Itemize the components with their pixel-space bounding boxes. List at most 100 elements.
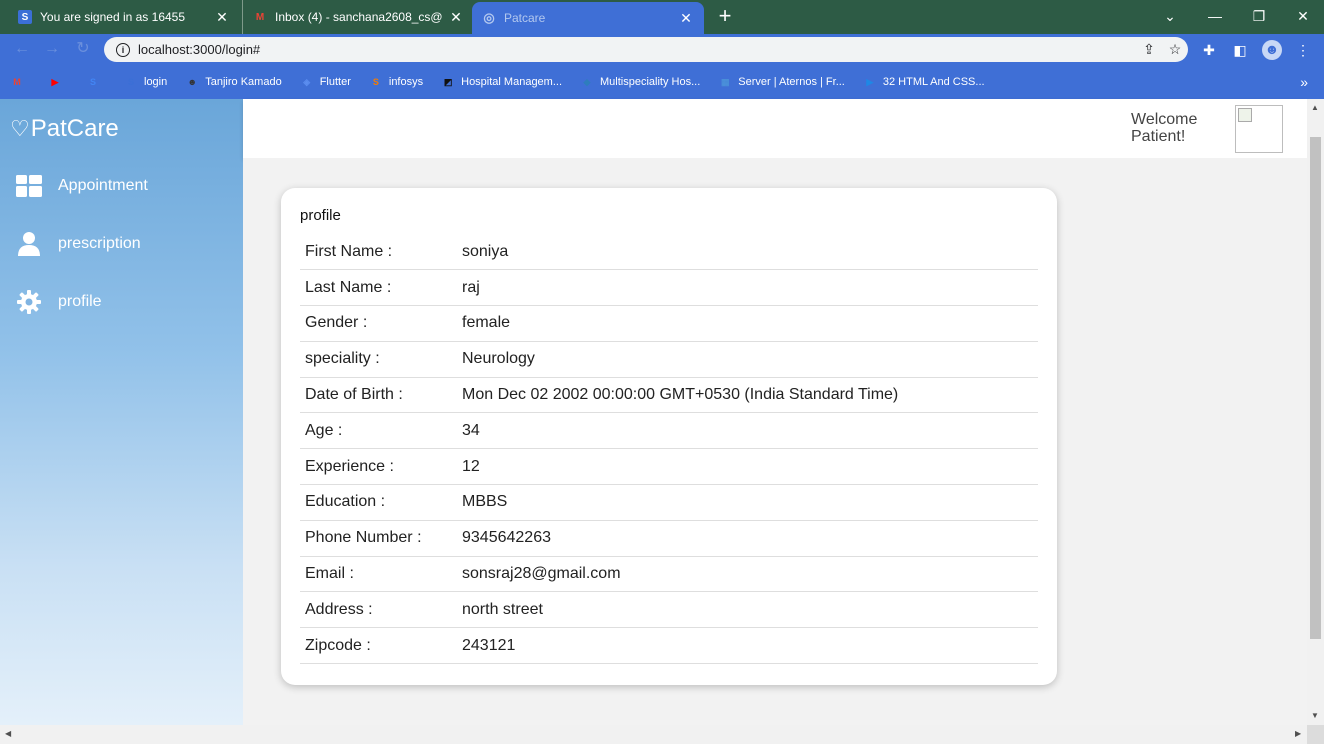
extensions-puzzle-icon[interactable]: ✚ xyxy=(1200,41,1218,59)
tab-search-chevron-icon[interactable]: ⌄ xyxy=(1148,0,1192,32)
site-info-icon[interactable]: i xyxy=(116,42,130,57)
broken-image-icon xyxy=(1238,108,1252,122)
field-label: Experience : xyxy=(300,448,462,486)
bookmark-item[interactable]: ◈ Flutter xyxy=(300,75,351,89)
field-value: Neurology xyxy=(462,341,1038,378)
bookmark-item[interactable]: Slogin xyxy=(124,75,167,89)
field-value: 9345642263 xyxy=(462,520,1038,557)
sidebar-item-prescription[interactable]: prescription xyxy=(16,229,236,259)
scroll-up-arrow-icon[interactable]: ▲ xyxy=(1311,103,1319,112)
field-label: Phone Number : xyxy=(300,520,462,557)
browser-toolbar: ← → ↻ i localhost:3000/login# ⇪ ☆ ✚ ◧ ☻ … xyxy=(0,34,1324,65)
flutter-bookmark-icon: ◈ xyxy=(303,76,311,87)
gear-icon xyxy=(16,289,42,315)
scroll-down-arrow-icon[interactable]: ▼ xyxy=(1311,711,1319,720)
reload-icon[interactable]: ↻ xyxy=(73,39,93,59)
aternos-bookmark-icon: ▦ xyxy=(721,76,730,87)
scroll-right-arrow-icon[interactable]: ▶ xyxy=(1295,729,1301,738)
bookmark-item[interactable]: Sinfosys xyxy=(369,75,423,89)
profile-card: profile First Name : soniya Last Name : raj… xyxy=(281,188,1057,685)
s-bookmark-icon: S xyxy=(89,77,96,87)
close-tab-icon[interactable]: ✕ xyxy=(448,9,464,26)
forward-arrow-icon[interactable]: → xyxy=(42,39,62,59)
sidebar-item-label: Appointment xyxy=(58,177,148,194)
scrollbar-thumb[interactable] xyxy=(1310,137,1321,639)
sidebar-item-profile[interactable]: profile xyxy=(16,287,236,317)
bookmark-label: infosys xyxy=(388,76,424,88)
bookmark-label: Multispeciality Hos... xyxy=(600,76,701,88)
field-label: Email : xyxy=(300,556,462,593)
table-row: Date of Birth : Mon Dec 02 2002 00:00:00 … xyxy=(300,377,1038,414)
browser-tab-patcare[interactable]: ◎ Patcare ✕ xyxy=(472,2,704,34)
close-window-icon[interactable]: ✕ xyxy=(1281,0,1324,32)
bookmark-item[interactable]: M xyxy=(10,75,30,89)
restore-icon[interactable]: ❐ xyxy=(1237,0,1281,32)
user-icon xyxy=(16,231,42,257)
url-text[interactable]: localhost:3000/login# xyxy=(138,42,1136,57)
field-value: MBBS xyxy=(462,484,1038,521)
gmail-favicon-icon: M xyxy=(255,11,265,23)
bookmark-star-icon[interactable]: ☆ xyxy=(1162,41,1188,58)
brand-logo[interactable]: ♡ PatCare xyxy=(10,115,119,143)
field-value: raj xyxy=(462,269,1038,307)
field-value: north street xyxy=(462,591,1038,629)
tab-title: You are signed in as 16455 xyxy=(40,10,186,24)
brand-name: PatCare xyxy=(30,115,119,142)
dashboard-grid-icon xyxy=(16,173,42,199)
horizontal-scrollbar[interactable]: ◀ ▶ xyxy=(0,725,1307,744)
bookmark-label: Tanjiro Kamado xyxy=(205,76,282,88)
anime-bookmark-icon: ☻ xyxy=(187,77,197,87)
browser-tab-inbox[interactable]: M Inbox (4) - sanchana2608_cs@m ✕ xyxy=(242,0,474,34)
scroll-left-arrow-icon[interactable]: ◀ xyxy=(5,729,11,738)
infosys-bookmark-icon: S xyxy=(372,77,379,87)
bookmark-item[interactable]: ◩ Hospital Managem... xyxy=(441,75,562,89)
table-row: Gender : female xyxy=(300,305,1038,342)
back-arrow-icon[interactable]: ← xyxy=(12,39,32,59)
bookmark-label: 32 HTML And CSS... xyxy=(882,76,985,88)
minimize-icon[interactable]: — xyxy=(1193,0,1237,32)
tab-title: Inbox (4) - sanchana2608_cs@m xyxy=(275,10,442,24)
scrollbar-corner xyxy=(1307,725,1324,744)
field-label: Gender : xyxy=(300,305,462,342)
close-tab-icon[interactable]: ✕ xyxy=(214,9,230,26)
table-row: Education : MBBS xyxy=(300,484,1038,521)
bookmark-item[interactable]: ▦ Server | Aternos | Fr... xyxy=(718,75,845,89)
hospital-bookmark-icon: ◩ xyxy=(443,76,453,87)
bookmark-label: login xyxy=(144,76,168,88)
sidebar-item-appointment[interactable]: Appointment xyxy=(16,171,236,201)
field-label: Education : xyxy=(300,484,462,521)
field-label: Date of Birth : xyxy=(300,377,462,414)
field-value: 243121 xyxy=(462,627,1038,665)
app-header: Welcome Patient! xyxy=(243,99,1307,158)
bookmark-item[interactable]: ▶ xyxy=(48,75,68,89)
html-css-bookmark-icon: ▶ xyxy=(866,76,874,87)
browser-tab-signed-in[interactable]: S You are signed in as 16455 ✕ xyxy=(8,0,240,34)
field-label: First Name : xyxy=(300,234,462,271)
profile-avatar-icon[interactable]: ☻ xyxy=(1262,40,1282,60)
vertical-scrollbar[interactable]: ▲ ▼ xyxy=(1307,99,1324,725)
bookmarks-overflow-icon[interactable]: » xyxy=(1300,74,1308,90)
new-tab-button[interactable]: + xyxy=(712,4,738,30)
side-panel-icon[interactable]: ◧ xyxy=(1231,41,1249,59)
address-bar[interactable]: i localhost:3000/login# ⇪ ☆ xyxy=(104,37,1188,62)
multispeciality-bookmark-icon: ◆ xyxy=(583,76,591,87)
bookmark-item[interactable]: ◆ Multispeciality Hos... xyxy=(580,75,701,89)
profile-table: First Name : soniya Last Name : raj Gender :… xyxy=(300,234,1038,665)
bookmark-item[interactable]: S xyxy=(86,75,106,89)
avatar[interactable] xyxy=(1235,105,1283,153)
main-content: profile First Name : soniya Last Name : raj… xyxy=(243,158,1307,725)
card-title: profile xyxy=(300,207,341,224)
field-value: soniya xyxy=(462,234,1038,271)
field-value: sonsraj28@gmail.com xyxy=(462,556,1038,593)
table-row: Address : north street xyxy=(300,591,1038,629)
field-label: Zipcode : xyxy=(300,627,462,665)
bookmark-item[interactable]: ☻ Tanjiro Kamado xyxy=(185,75,282,89)
youtube-bookmark-icon: ▶ xyxy=(51,76,59,87)
menu-kebab-icon[interactable]: ⋮ xyxy=(1294,41,1312,59)
close-tab-icon[interactable]: ✕ xyxy=(678,10,694,27)
share-icon[interactable]: ⇪ xyxy=(1136,41,1162,58)
table-row: speciality : Neurology xyxy=(300,341,1038,378)
table-row: Phone Number :9345642263 xyxy=(300,520,1038,557)
field-value: 34 xyxy=(462,412,1038,450)
bookmark-item[interactable]: ▶ 32 HTML And CSS... xyxy=(863,75,985,89)
